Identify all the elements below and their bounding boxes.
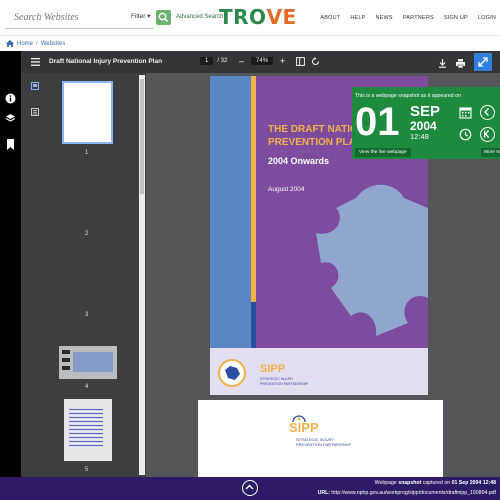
nav-sign-up[interactable]: SIGN UP (444, 15, 468, 21)
thumbnail-number: 4 (85, 384, 89, 390)
breadcrumb: Home / Websites (6, 40, 65, 47)
snapshot-banner: This is a webpage snapshot as it appeare… (352, 87, 500, 159)
caret-down-icon: ▾ (147, 13, 151, 20)
filter-label: Filter (131, 13, 146, 20)
earliest-snapshot-button[interactable] (480, 127, 495, 142)
thumbnail-view-icon[interactable] (31, 82, 39, 90)
nav-news[interactable]: NEWS (376, 15, 393, 21)
footer-bar: Webpage snapshot captured on 01 Sep 2004… (0, 477, 500, 500)
puzzle-graphic (316, 184, 428, 336)
calendar-icon[interactable] (459, 106, 472, 119)
chevron-up-icon (245, 484, 254, 490)
page-number-input[interactable]: 1 (200, 57, 214, 65)
fullscreen-button[interactable] (474, 53, 492, 71)
search-icon (158, 12, 169, 23)
snapshot-day: 01 (355, 100, 400, 144)
thumbnail-number: 5 (85, 467, 89, 473)
zoom-controls: – 74% + (239, 57, 285, 66)
home-icon (6, 40, 14, 47)
footer-capture-date: 01 Sep 2004 12:48 (451, 480, 496, 486)
top-header: Filter ▾ Advanced Search TR O VE ABOUT H… (0, 0, 500, 36)
breadcrumb-websites[interactable]: Websites (41, 41, 66, 47)
clock-icon[interactable] (459, 128, 472, 141)
info-icon[interactable] (5, 93, 16, 104)
advanced-search-link[interactable]: Advanced Search (176, 14, 223, 20)
outline-view-icon[interactable] (31, 108, 39, 116)
chevron-left-icon (484, 108, 489, 116)
previous-snapshot-button[interactable] (480, 105, 495, 120)
zoom-in-button[interactable]: + (280, 57, 285, 66)
breadcrumb-separator: / (36, 40, 38, 47)
trove-logo[interactable]: TR O VE (219, 5, 297, 29)
sipp-tagline-2: PREVENTION PARTNERSHIP (260, 382, 309, 386)
thumbnail-scrollbar-thumb[interactable] (140, 79, 144, 194)
page-thumbnail-5[interactable] (64, 399, 112, 461)
cover-title-line2: PREVENTION PLAN (268, 137, 364, 148)
footer-url[interactable]: http://www.nphp.gov.au/workprog/sipp/doc… (331, 490, 496, 496)
page2-sipp-logo-text: SIPP (289, 420, 319, 435)
footer-prefix: Webpage (374, 480, 399, 486)
footer-url-line: URL: http://www.nphp.gov.au/workprog/sip… (318, 490, 496, 496)
top-nav: ABOUT HELP NEWS PARTNERS SIGN UP LOGIN (320, 15, 496, 21)
thumbnail-number: 1 (85, 150, 89, 156)
snapshot-caption: This is a webpage snapshot as it appeare… (355, 93, 461, 99)
snapshot-month: SEP (410, 103, 441, 120)
snapshot-year: 2004 (410, 119, 437, 133)
footer-snapshot-word: snapshot (398, 480, 422, 486)
page-thumbnail-4[interactable] (59, 346, 117, 379)
toolbar-right-actions (438, 53, 492, 71)
footer-mid: captured on (421, 480, 452, 486)
expand-icon (478, 57, 488, 67)
thumbnail-panel: 1 2 3 4 5 (21, 73, 146, 477)
logo-text-start: TR (219, 5, 250, 29)
left-rail (0, 51, 21, 477)
layers-icon[interactable] (5, 113, 16, 124)
more-snapshots-button[interactable]: More sn (481, 148, 500, 157)
rotate-icon[interactable] (311, 57, 320, 66)
view-live-webpage-button[interactable]: View the live webpage (355, 148, 411, 157)
nav-partners[interactable]: PARTNERS (403, 15, 434, 21)
page-thumbnail-1[interactable] (62, 81, 113, 144)
zoom-level[interactable]: 74% (251, 57, 274, 65)
fit-page-icon[interactable] (296, 57, 305, 66)
search-button[interactable] (156, 10, 171, 25)
page2-sipp-tagline-2: PREVENTION PARTNERSHIP (296, 442, 352, 447)
cover-date: August 2004 (268, 186, 305, 193)
scroll-up-button[interactable] (242, 480, 258, 496)
cover-subtitle: 2004 Onwards (268, 156, 330, 166)
nav-about[interactable]: ABOUT (320, 15, 340, 21)
cover-navy-stripe (251, 302, 256, 348)
zoom-out-button[interactable]: – (239, 57, 244, 66)
cover-orange-stripe (251, 76, 256, 302)
filter-dropdown[interactable]: Filter ▾ (131, 12, 151, 20)
page-indicator: 1 / 32 (200, 57, 227, 65)
logo-text-end: VE (266, 5, 297, 29)
logo-text-o: O (249, 5, 267, 29)
nav-login[interactable]: LOGIN (478, 15, 496, 21)
menu-icon[interactable] (31, 58, 40, 66)
australia-logo (218, 359, 246, 387)
skip-back-icon (484, 130, 490, 138)
bookmark-icon[interactable] (6, 139, 15, 150)
nav-help[interactable]: HELP (350, 15, 365, 21)
sipp-tagline-1: STRATEGIC INJURY (260, 377, 294, 381)
page: { "header": { "search_placeholder": "Sea… (0, 0, 500, 500)
snapshot-time: 12:48 (410, 132, 429, 141)
breadcrumb-home[interactable]: Home (17, 41, 33, 47)
footer-url-label: URL: (317, 490, 330, 496)
page-count: / 32 (217, 58, 228, 64)
document-title: Draft National Injury Prevention Plan (49, 58, 163, 65)
cover-blue-stripe (210, 76, 251, 348)
document-page-2: SIPP STRATEGIC INJURY PREVENTION PARTNER… (198, 400, 443, 477)
download-icon[interactable] (438, 59, 447, 68)
thumbnail-number: 2 (85, 231, 89, 237)
viewer-toolbar: Draft National Injury Prevention Plan 1 … (21, 51, 500, 73)
footer-capture-info: Webpage snapshot captured on 01 Sep 2004… (375, 480, 496, 486)
thumbnail-number: 3 (85, 312, 89, 318)
print-icon[interactable] (456, 59, 465, 68)
sipp-logo-text: SIPP (260, 363, 286, 375)
